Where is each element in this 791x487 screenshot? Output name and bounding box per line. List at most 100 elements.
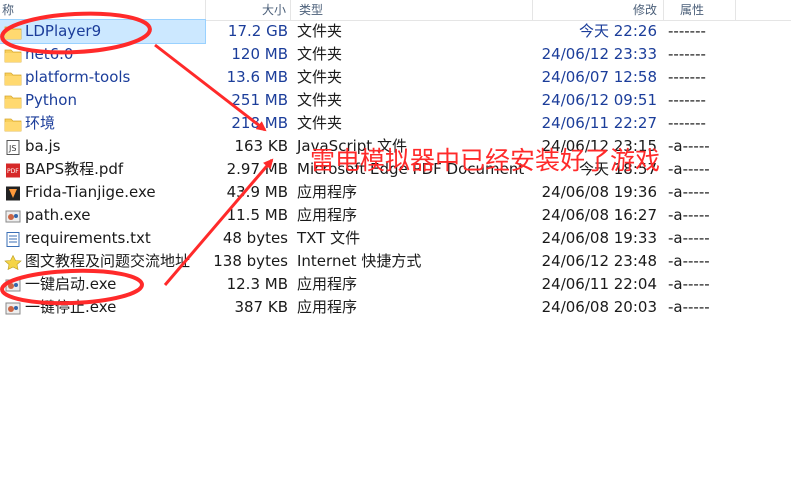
column-header-name[interactable]: 称 (2, 0, 14, 20)
internet-shortcut-icon (4, 254, 22, 271)
folder-icon (4, 116, 22, 132)
file-type: 应用程序 (297, 206, 358, 224)
file-modified: 24/06/11 22:27 (541, 114, 657, 132)
column-header-size[interactable]: 大小 (262, 0, 286, 20)
file-attributes: -a----- (668, 252, 710, 270)
column-divider[interactable] (663, 0, 664, 20)
column-header-type[interactable]: 类型 (299, 0, 323, 20)
file-type: TXT 文件 (297, 229, 361, 247)
column-header-modified[interactable]: 修改 (633, 0, 657, 20)
file-type: 应用程序 (297, 275, 358, 293)
file-type: 文件夹 (297, 68, 343, 86)
file-attributes: ------- (668, 45, 706, 63)
column-divider[interactable] (290, 0, 291, 20)
column-header-attributes[interactable]: 属性 (680, 0, 704, 20)
column-header-bar: 称 大小 类型 修改 属性 (0, 0, 791, 21)
file-name-cell[interactable]: Frida-Tianjige.exe (0, 181, 205, 204)
column-divider[interactable] (735, 0, 736, 20)
file-row[interactable]: 图文教程及问题交流地址 138 bytes Internet 快捷方式 24/06/1… (0, 250, 791, 273)
file-attributes: -a----- (668, 298, 710, 316)
file-attributes: -a----- (668, 137, 710, 155)
file-modified: 24/06/11 22:04 (541, 275, 657, 293)
file-name-cell[interactable]: path.exe (0, 204, 205, 227)
file-size: 17.2 GB (227, 22, 288, 40)
exe-file-icon (4, 208, 22, 223)
file-type: Internet 快捷方式 (297, 252, 422, 270)
file-modified: 24/06/08 19:36 (541, 183, 657, 201)
file-name: 环境 (25, 114, 56, 132)
file-name-cell[interactable]: net6.0 (0, 43, 205, 66)
file-size: 218 MB (231, 114, 288, 132)
file-attributes: -a----- (668, 206, 710, 224)
file-row[interactable]: Frida-Tianjige.exe 43.9 MB 应用程序 24/06/08 19… (0, 181, 791, 204)
file-name: 一键停止.exe (25, 298, 117, 316)
file-name-cell[interactable]: platform-tools (0, 66, 205, 89)
folder-icon (4, 47, 22, 63)
file-size: 251 MB (231, 91, 288, 109)
file-name-cell[interactable]: 一键启动.exe (0, 273, 205, 296)
column-divider[interactable] (532, 0, 533, 20)
file-name-cell[interactable]: requirements.txt (0, 227, 205, 250)
file-modified: 24/06/12 09:51 (541, 91, 657, 109)
file-name-cell[interactable]: 图文教程及问题交流地址 (0, 250, 205, 273)
svg-text:PDF: PDF (7, 168, 19, 175)
file-modified: 24/06/08 20:03 (541, 298, 657, 316)
file-row[interactable]: Python 251 MB 文件夹 24/06/12 09:51 ------- (0, 89, 791, 112)
file-type: 文件夹 (297, 91, 343, 109)
file-name: LDPlayer9 (25, 22, 102, 40)
file-size: 11.5 MB (226, 206, 288, 224)
file-name: net6.0 (25, 45, 74, 63)
exe-file-icon (4, 277, 22, 292)
file-name-cell[interactable]: 一键停止.exe (0, 296, 205, 319)
file-attributes: ------- (668, 22, 706, 40)
file-attributes: -a----- (668, 183, 710, 201)
js-file-icon: JS (4, 139, 22, 155)
file-name: path.exe (25, 206, 91, 224)
file-modified: 今天 22:26 (579, 22, 657, 40)
file-name: 图文教程及问题交流地址 (25, 252, 191, 270)
file-attributes: ------- (668, 68, 706, 86)
file-attributes: -a----- (668, 229, 710, 247)
frida-exe-icon (4, 185, 22, 201)
folder-icon (4, 93, 22, 109)
file-size: 12.3 MB (226, 275, 288, 293)
file-row[interactable]: LDPlayer9 17.2 GB 文件夹 今天 22:26 ------- (0, 19, 791, 44)
svg-text:JS: JS (8, 144, 16, 153)
file-type: 文件夹 (297, 45, 343, 63)
file-modified: 24/06/12 23:33 (541, 45, 657, 63)
file-modified: 24/06/07 12:58 (541, 68, 657, 86)
file-type: 文件夹 (297, 114, 343, 132)
file-modified: 24/06/08 19:33 (541, 229, 657, 247)
file-name-cell[interactable]: JS ba.js (0, 135, 205, 158)
file-row[interactable]: 一键停止.exe 387 KB 应用程序 24/06/08 20:03 -a----- (0, 296, 791, 319)
file-type: 应用程序 (297, 298, 358, 316)
column-divider[interactable] (205, 0, 206, 20)
file-attributes: -a----- (668, 160, 710, 178)
file-name-cell[interactable]: LDPlayer9 (0, 19, 206, 44)
file-row[interactable]: 环境 218 MB 文件夹 24/06/11 22:27 ------- (0, 112, 791, 135)
file-attributes: ------- (668, 91, 706, 109)
file-type: 应用程序 (297, 183, 358, 201)
file-name-cell[interactable]: Python (0, 89, 205, 112)
file-name: 一键启动.exe (25, 275, 117, 293)
file-row[interactable]: 一键启动.exe 12.3 MB 应用程序 24/06/11 22:04 -a----- (0, 273, 791, 296)
file-name: Python (25, 91, 77, 109)
file-size: 13.6 MB (226, 68, 288, 86)
file-attributes: -a----- (668, 275, 710, 293)
folder-icon (4, 70, 22, 86)
file-type: 文件夹 (297, 22, 343, 40)
file-size: 163 KB (234, 137, 288, 155)
file-attributes: ------- (668, 114, 706, 132)
file-row[interactable]: requirements.txt 48 bytes TXT 文件 24/06/08 1… (0, 227, 791, 250)
file-size: 2.97 MB (226, 160, 288, 178)
file-row[interactable]: path.exe 11.5 MB 应用程序 24/06/08 16:27 -a----- (0, 204, 791, 227)
file-name-cell[interactable]: 环境 (0, 112, 205, 135)
file-name: ba.js (25, 137, 61, 155)
annotation-text: 雷电模拟器中已经安装好了游戏 (310, 146, 661, 175)
file-row[interactable]: platform-tools 13.6 MB 文件夹 24/06/07 12:58 --… (0, 66, 791, 89)
file-size: 138 bytes (213, 252, 288, 270)
file-name-cell[interactable]: PDF BAPS教程.pdf (0, 158, 205, 181)
file-size: 43.9 MB (226, 183, 288, 201)
file-row[interactable]: net6.0 120 MB 文件夹 24/06/12 23:33 ------- (0, 43, 791, 66)
file-name: requirements.txt (25, 229, 151, 247)
